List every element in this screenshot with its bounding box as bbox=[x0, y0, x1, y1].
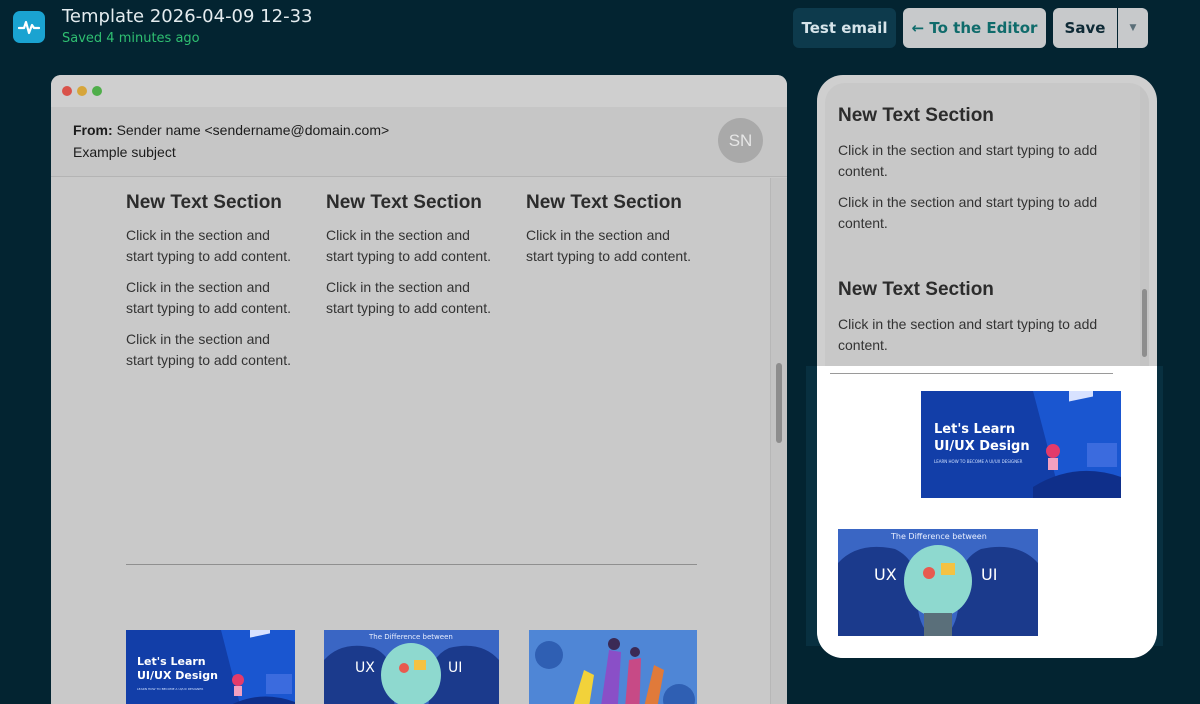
column-paragraph: Click in the section and start typing to… bbox=[126, 227, 291, 264]
column-paragraph: Click in the section and start typing to… bbox=[526, 227, 691, 264]
mobile-scrollbar[interactable] bbox=[1140, 83, 1149, 366]
from-value: Sender name <sendername@domain.com> bbox=[116, 122, 390, 138]
ux-label: UX bbox=[874, 565, 897, 584]
uiux-subtitle-text: LEARN HOW TO BECOME A UI/UX DESIGNER bbox=[934, 459, 1023, 464]
mobile-scrollbar-thumb[interactable] bbox=[1142, 289, 1147, 357]
column-paragraph: Click in the section and start typing to… bbox=[326, 227, 491, 264]
from-line: From: Sender name <sendername@domain.com… bbox=[73, 122, 389, 138]
section-paragraph: Click in the section and start typing to… bbox=[838, 194, 1098, 231]
test-email-button[interactable]: Test email bbox=[793, 8, 896, 48]
email-body: New Text Section Click in the section an… bbox=[51, 178, 787, 704]
save-button[interactable]: Save bbox=[1053, 8, 1117, 48]
mobile-text-section-1[interactable]: New Text Section Click in the section an… bbox=[838, 105, 1128, 244]
column-heading: New Text Section bbox=[126, 192, 282, 213]
ui-label: UI bbox=[981, 565, 998, 584]
uiux-title-text: Let's Learn UI/UX Design bbox=[934, 422, 1030, 454]
save-status: Saved 4 minutes ago bbox=[62, 31, 200, 46]
email-header: From: Sender name <sendername@domain.com… bbox=[51, 107, 787, 177]
design-team-illustration[interactable] bbox=[529, 630, 697, 704]
column-heading: New Text Section bbox=[326, 192, 482, 213]
maximize-dot-icon bbox=[92, 86, 102, 96]
ux-ui-difference-image[interactable]: The Difference between UX UI bbox=[324, 630, 499, 704]
save-menu-button[interactable]: ▼ bbox=[1118, 8, 1148, 48]
from-label: From: bbox=[73, 122, 113, 138]
section-divider bbox=[126, 564, 697, 565]
desktop-scrollbar-thumb[interactable] bbox=[776, 363, 782, 443]
text-column-2[interactable]: New Text Section Click in the section an… bbox=[326, 192, 496, 329]
text-column-3[interactable]: New Text Section Click in the section an… bbox=[526, 192, 696, 277]
column-paragraph: Click in the section and start typing to… bbox=[326, 279, 491, 316]
avatar: SN bbox=[718, 118, 763, 163]
column-paragraph: Click in the section and start typing to… bbox=[126, 331, 291, 368]
difference-title-text: The Difference between bbox=[891, 532, 987, 541]
app-logo-icon[interactable] bbox=[13, 11, 45, 43]
uiux-subtitle-text: LEARN HOW TO BECOME A UI/UX DESIGNER bbox=[137, 687, 204, 691]
ux-label: UX bbox=[355, 660, 375, 676]
column-paragraph: Click in the section and start typing to… bbox=[126, 279, 291, 316]
minimize-dot-icon bbox=[77, 86, 87, 96]
close-dot-icon bbox=[62, 86, 72, 96]
ui-label: UI bbox=[448, 660, 463, 676]
difference-title-text: The Difference between bbox=[369, 633, 453, 641]
subject-line: Example subject bbox=[73, 144, 176, 160]
section-heading: New Text Section bbox=[838, 279, 994, 300]
uiux-title-text: Let's Learn UI/UX Design bbox=[137, 655, 218, 682]
mobile-uiux-banner-image[interactable]: Let's Learn UI/UX Design LEARN HOW TO BE… bbox=[921, 391, 1121, 498]
mobile-text-section-2[interactable]: New Text Section Click in the section an… bbox=[838, 279, 1128, 366]
text-column-1[interactable]: New Text Section Click in the section an… bbox=[126, 192, 296, 381]
uiux-banner-image[interactable]: Let's Learn UI/UX Design LEARN HOW TO BE… bbox=[126, 630, 295, 704]
section-paragraph: Click in the section and start typing to… bbox=[838, 142, 1098, 179]
mobile-selected-block[interactable]: Let's Learn UI/UX Design LEARN HOW TO BE… bbox=[817, 366, 1157, 658]
document-title[interactable]: Template 2026-04-09 12-33 bbox=[62, 6, 313, 27]
desktop-scrollbar[interactable] bbox=[770, 178, 787, 704]
window-titlebar bbox=[51, 75, 787, 107]
mobile-ux-ui-difference-image[interactable]: The Difference between UX UI bbox=[838, 529, 1038, 636]
section-divider bbox=[830, 373, 1113, 374]
column-heading: New Text Section bbox=[526, 192, 682, 213]
section-paragraph: Click in the section and start typing to… bbox=[838, 316, 1098, 353]
to-editor-button[interactable]: ← To the Editor bbox=[903, 8, 1046, 48]
section-heading: New Text Section bbox=[838, 105, 994, 126]
caret-down-icon: ▼ bbox=[1129, 23, 1137, 33]
desktop-preview: From: Sender name <sendername@domain.com… bbox=[51, 75, 787, 704]
